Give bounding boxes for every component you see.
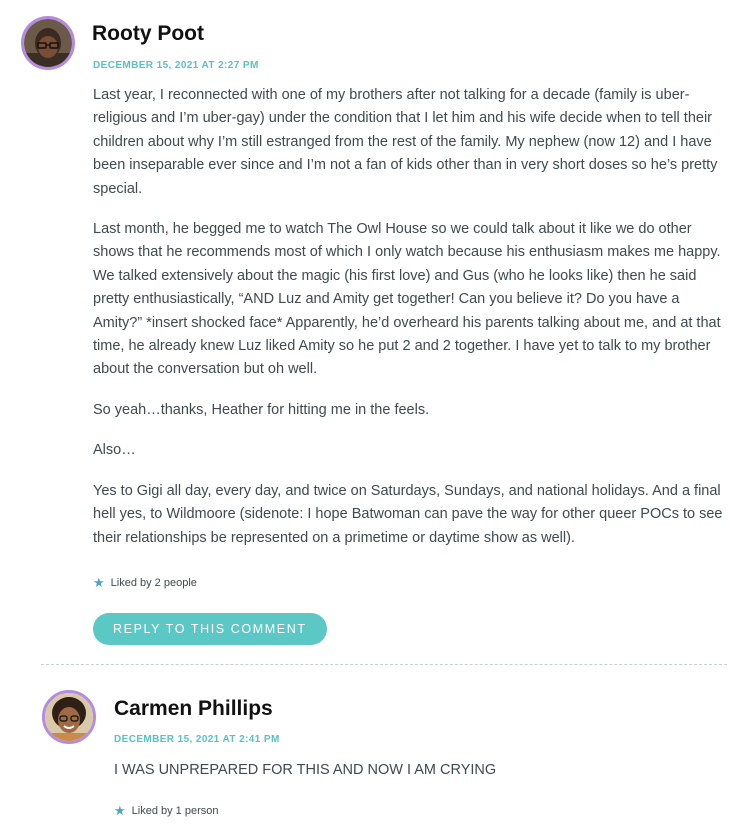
avatar-image [45,693,93,741]
comment-paragraph: Last month, he begged me to watch The Ow… [93,221,721,378]
likes-row: ★ Liked by 2 people [93,576,197,589]
comment-body: I WAS UNPREPARED FOR THIS AND NOW I AM C… [114,759,724,799]
star-icon: ★ [93,575,105,590]
likes-row: ★ Liked by 1 person [114,804,219,817]
comment-paragraph: Also… [93,442,136,459]
avatar[interactable] [21,16,75,70]
comment-paragraph: So yeah…thanks, Heather for hitting me i… [93,401,430,418]
avatar[interactable] [42,690,96,744]
comment-paragraph: I WAS UNPREPARED FOR THIS AND NOW I AM C… [114,762,497,778]
avatar-image [24,19,72,67]
likes-count[interactable]: Liked by 2 people [111,577,197,589]
comment-paragraph: Last year, I reconnected with one of my … [93,87,718,197]
comment-divider [41,664,727,665]
comment-paragraph: Yes to Gigi all day, every day, and twic… [93,482,723,546]
reply-button[interactable]: REPLY TO THIS COMMENT [93,613,327,645]
comment-author[interactable]: Rooty Poot [92,22,204,46]
comment-date[interactable]: DECEMBER 15, 2021 AT 2:27 PM [93,60,259,71]
comment-date[interactable]: DECEMBER 15, 2021 AT 2:41 PM [114,734,280,745]
comment-body: Last year, I reconnected with one of my … [93,84,723,567]
comment-author[interactable]: Carmen Phillips [114,697,273,721]
comment: Carmen Phillips DECEMBER 15, 2021 AT 2:4… [0,670,745,825]
comment: Rooty Poot DECEMBER 15, 2021 AT 2:27 PM … [0,0,745,660]
star-icon: ★ [114,803,126,818]
likes-count[interactable]: Liked by 1 person [132,805,219,817]
